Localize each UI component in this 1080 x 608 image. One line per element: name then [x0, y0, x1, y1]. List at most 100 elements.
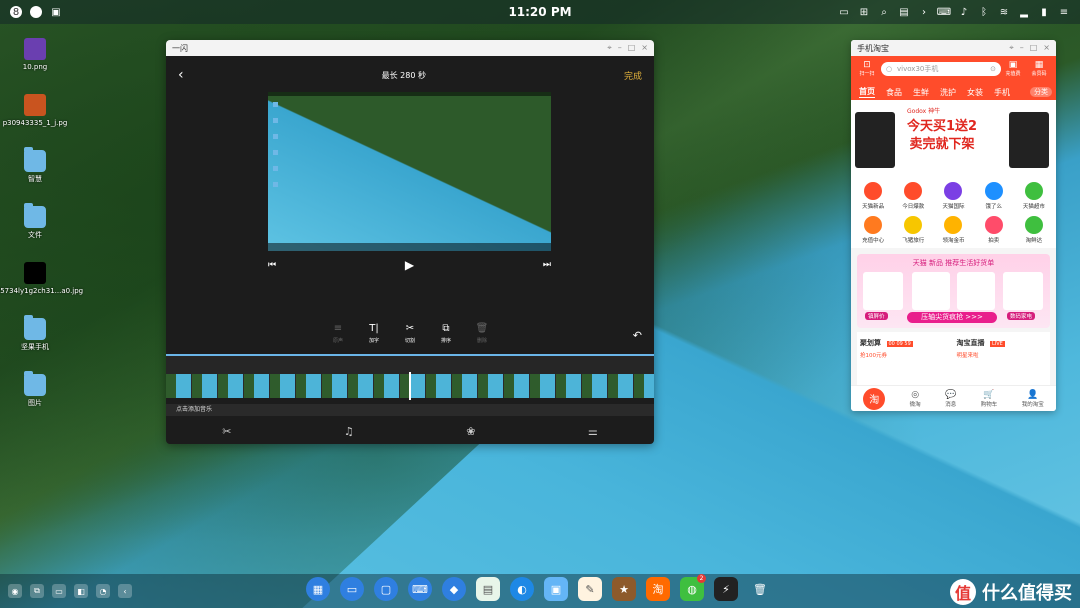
game-icon[interactable]: ★: [612, 577, 636, 601]
tab-item[interactable]: 女装: [967, 87, 983, 98]
timeline-playhead[interactable]: [409, 372, 411, 400]
folder-app-icon[interactable]: ▤: [476, 577, 500, 601]
play-icon[interactable]: ▶: [405, 258, 414, 272]
done-button[interactable]: 完成: [624, 69, 642, 82]
juhuasuan-section[interactable]: 聚划算 00 09 59 抢100元券: [857, 332, 954, 392]
nav-item[interactable]: 🛒 购物车: [981, 390, 998, 408]
dock-tool-icon[interactable]: ‹: [118, 584, 132, 598]
scissors-icon[interactable]: ✂: [222, 425, 231, 438]
tab-item[interactable]: 洗护: [940, 87, 956, 98]
cast-icon[interactable]: ▤: [898, 6, 910, 18]
keyboard-icon[interactable]: ⌨: [937, 6, 951, 18]
service-item[interactable]: 飞猪旅行: [893, 216, 933, 244]
live-section[interactable]: 淘宝直播 LIVE 明星来啦: [954, 332, 1051, 392]
search-input[interactable]: ○ vivox30手机 ⊙: [881, 62, 1001, 76]
tab-item[interactable]: 生鲜: [913, 87, 929, 98]
wifi-icon[interactable]: ≋: [998, 6, 1010, 18]
skip-back-icon[interactable]: ⏮: [268, 260, 276, 270]
timeline[interactable]: [166, 354, 654, 400]
chevron-right-icon[interactable]: ›: [918, 6, 930, 18]
search-icon[interactable]: ⌕: [878, 6, 890, 18]
screen-icon[interactable]: ▣: [50, 6, 62, 18]
notes-icon[interactable]: ✎: [578, 577, 602, 601]
filter-icon[interactable]: ❀: [466, 425, 475, 438]
minimize-icon[interactable]: –: [618, 43, 622, 53]
tab-item[interactable]: 手机: [994, 87, 1010, 98]
member-code-button[interactable]: ▦ 会员码: [1029, 60, 1049, 77]
dock-tool-icon[interactable]: ◔: [96, 584, 110, 598]
dock-tool-icon[interactable]: ◧: [74, 584, 88, 598]
camera-icon[interactable]: ⊙: [990, 62, 996, 76]
promo-item-boots[interactable]: [863, 272, 903, 310]
nav-item[interactable]: ◎ 微淘: [910, 390, 921, 408]
multitask-icon[interactable]: ▭: [340, 577, 364, 601]
maximize-icon[interactable]: □: [1030, 43, 1038, 53]
music-note-icon[interactable]: ♫: [344, 425, 354, 438]
service-item[interactable]: 饿了么: [974, 182, 1014, 210]
scan-button[interactable]: ⊡ 扫一扫: [857, 60, 877, 77]
service-item[interactable]: 拍卖: [974, 216, 1014, 244]
taobao-titlebar[interactable]: 手机淘宝 ⌖ – □ ×: [851, 40, 1056, 56]
service-item[interactable]: 天猫超市: [1014, 182, 1054, 210]
maximize-icon[interactable]: □: [628, 43, 636, 53]
desktop-item[interactable]: 坚果手机: [10, 315, 60, 374]
tool-button[interactable]: T| 加字: [363, 323, 385, 344]
bluetooth-icon[interactable]: ᛒ: [978, 6, 990, 18]
nav-item[interactable]: 淘: [863, 387, 886, 410]
service-item[interactable]: 领淘金币: [933, 216, 973, 244]
service-item[interactable]: 淘鲜达: [1014, 216, 1054, 244]
pin-icon[interactable]: ⌖: [607, 43, 612, 53]
promo-button[interactable]: 压轴尖货疯抢 >>>: [907, 312, 997, 323]
service-item[interactable]: 充值中心: [853, 216, 893, 244]
service-item[interactable]: 今日爆款: [893, 182, 933, 210]
recharge-button[interactable]: ▣ 充值费: [1003, 60, 1023, 77]
bus-icon[interactable]: ⊞: [858, 6, 870, 18]
chat-bubble-icon[interactable]: [30, 6, 42, 18]
dock-tool-icon[interactable]: ◉: [8, 584, 22, 598]
flash-icon[interactable]: ⚡: [714, 577, 738, 601]
close-icon[interactable]: ×: [641, 43, 648, 53]
keyboard-icon[interactable]: ⌨: [408, 577, 432, 601]
gallery-icon[interactable]: ▣: [544, 577, 568, 601]
service-item[interactable]: 天猫国际: [933, 182, 973, 210]
promo-item-device[interactable]: [1003, 272, 1043, 310]
tab-item[interactable]: 首页: [859, 86, 875, 98]
pin-icon[interactable]: ⌖: [1009, 43, 1014, 53]
browser-icon[interactable]: ◐: [510, 577, 534, 601]
promo-item-mouse[interactable]: [957, 272, 995, 310]
tool-button[interactable]: ≡ 原声: [327, 323, 349, 344]
wechat-icon[interactable]: ◍ 2: [680, 574, 706, 601]
display-icon[interactable]: ▭: [838, 6, 850, 18]
badge-icon[interactable]: 8: [10, 6, 22, 18]
video-preview[interactable]: [268, 92, 551, 251]
desktop-item[interactable]: p30943335_1_j.pg: [3, 94, 67, 150]
trash-icon[interactable]: 🗑: [748, 577, 772, 601]
send-icon[interactable]: ◆: [442, 577, 466, 601]
nav-item[interactable]: 👤 我的淘宝: [1022, 390, 1044, 408]
desktop-item[interactable]: 智慧: [10, 147, 60, 206]
dock-tool-icon[interactable]: ⧉: [30, 584, 44, 598]
back-icon[interactable]: ‹: [178, 67, 184, 83]
close-icon[interactable]: ×: [1043, 43, 1050, 53]
menu-icon[interactable]: ≡: [1058, 6, 1070, 18]
tool-button[interactable]: ✂ 切割: [399, 323, 421, 344]
desktop-item[interactable]: 10.png: [10, 38, 60, 94]
add-music-hint[interactable]: 点击添加音乐: [166, 404, 654, 416]
service-item[interactable]: 天猫新品: [853, 182, 893, 210]
taobao-icon[interactable]: 淘: [646, 577, 670, 601]
undo-icon[interactable]: ↶: [633, 329, 642, 342]
editor-titlebar[interactable]: 一闪 ⌖ – □ ×: [166, 40, 654, 56]
dock-tool-icon[interactable]: ▭: [52, 584, 66, 598]
volume-icon[interactable]: ♪: [958, 6, 970, 18]
promo-item-bottle[interactable]: [912, 272, 950, 310]
adjust-icon[interactable]: ⚌: [588, 425, 598, 438]
promo-banner[interactable]: Godox 神牛 今天买1送2 卖完就下架: [851, 100, 1056, 178]
desktop-item[interactable]: 文件: [10, 203, 60, 262]
app-grid-icon[interactable]: ▦: [306, 577, 330, 601]
tool-button[interactable]: 🗑 删除: [471, 323, 493, 344]
signal-icon[interactable]: ▂: [1018, 6, 1030, 18]
skip-forward-icon[interactable]: ⏭: [543, 260, 551, 270]
tmall-promo[interactable]: 天猫 新品 推荐生活好货单 镇屏价 压轴尖货疯抢 >>> 数码家电: [857, 254, 1050, 328]
nav-item[interactable]: 💬 消息: [945, 390, 956, 408]
window-icon[interactable]: ▢: [374, 577, 398, 601]
